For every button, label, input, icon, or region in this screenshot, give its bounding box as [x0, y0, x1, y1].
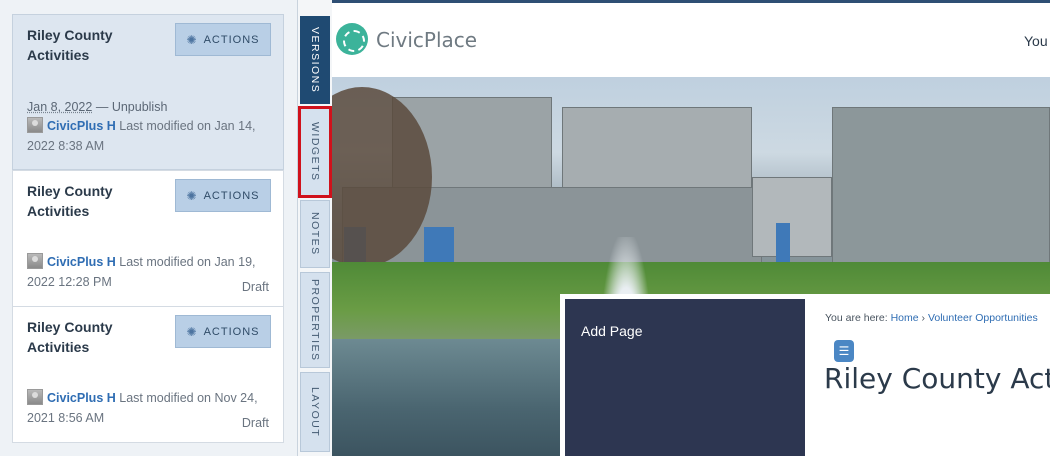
- tab-versions[interactable]: VERSIONS: [300, 16, 330, 104]
- status-label: Draft: [241, 280, 269, 294]
- tab-label: WIDGETS: [309, 122, 321, 182]
- version-meta: CivicPlus H Last modified on Nov 24, 202…: [27, 388, 277, 428]
- tab-notes[interactable]: NOTES: [300, 200, 330, 268]
- site-logo-text[interactable]: CivicPlace: [376, 28, 477, 52]
- actions-label: ACTIONS: [203, 33, 260, 46]
- breadcrumb: You are here: Home › Volunteer Opportuni…: [825, 312, 1038, 324]
- side-tab-strip: VERSIONS WIDGETS NOTES PROPERTIES LAYOUT: [298, 0, 332, 456]
- date-action: Unpublish: [111, 100, 168, 114]
- breadcrumb-link-volunteer[interactable]: Volunteer Opportunities: [928, 312, 1038, 324]
- modified-label: Last modified on: [119, 391, 211, 405]
- author-link[interactable]: CivicPlus H: [47, 119, 116, 133]
- gear-icon: ✺: [186, 188, 198, 203]
- tab-label: PROPERTIES: [309, 278, 321, 362]
- version-meta: CivicPlus H Last modified on Jan 14, 202…: [27, 116, 277, 156]
- header-right-text: You: [1024, 33, 1048, 49]
- gear-icon: ✺: [186, 324, 198, 339]
- building-shape: [562, 107, 752, 197]
- add-page-panel[interactable]: Add Page: [560, 294, 810, 456]
- breadcrumb-link-home[interactable]: Home: [891, 312, 919, 324]
- avatar-icon: [27, 389, 43, 405]
- tab-widgets[interactable]: WIDGETS: [298, 106, 332, 198]
- status-label: Draft: [241, 416, 269, 430]
- date-separator: —: [95, 100, 109, 114]
- versions-panel: Riley County Activities ✺ ACTIONS Jan 8,…: [0, 0, 298, 456]
- actions-label: ACTIONS: [203, 189, 260, 202]
- version-date: Jan 8, 2022: [27, 100, 93, 114]
- version-card[interactable]: Riley County Activities ✺ ACTIONS Jan 8,…: [12, 14, 284, 170]
- tab-properties[interactable]: PROPERTIES: [300, 272, 330, 368]
- version-date-line: Jan 8, 2022 — Unpublish: [27, 98, 167, 117]
- author-link[interactable]: CivicPlus H: [47, 255, 116, 269]
- avatar-icon: [27, 117, 43, 133]
- actions-button[interactable]: ✺ ACTIONS: [175, 315, 271, 348]
- breadcrumb-separator: ›: [921, 312, 926, 324]
- gear-icon: ✺: [186, 32, 198, 47]
- page-content-area: You are here: Home › Volunteer Opportuni…: [810, 294, 1050, 456]
- tab-layout[interactable]: LAYOUT: [300, 372, 330, 452]
- version-card[interactable]: Riley County Activities ✺ ACTIONS CivicP…: [12, 306, 284, 443]
- version-card[interactable]: Riley County Activities ✺ ACTIONS CivicP…: [12, 170, 284, 307]
- modified-label: Last modified on: [119, 119, 211, 133]
- tab-label: VERSIONS: [309, 26, 321, 94]
- logo-icon[interactable]: [336, 23, 368, 55]
- page-preview: CivicPlace You Add Page You are here: Ho…: [332, 0, 1050, 456]
- site-header: CivicPlace You: [332, 0, 1050, 77]
- building-shape: [832, 107, 1050, 277]
- tab-label: LAYOUT: [309, 386, 321, 438]
- version-title: Riley County Activities: [27, 27, 113, 63]
- building-shape: [752, 177, 832, 257]
- version-title: Riley County Activities: [27, 319, 113, 355]
- author-link[interactable]: CivicPlus H: [47, 391, 116, 405]
- avatar-icon: [27, 253, 43, 269]
- list-icon[interactable]: ☰: [834, 340, 854, 362]
- add-page-label[interactable]: Add Page: [581, 323, 643, 339]
- actions-button[interactable]: ✺ ACTIONS: [175, 23, 271, 56]
- version-meta: CivicPlus H Last modified on Jan 19, 202…: [27, 252, 277, 292]
- actions-button[interactable]: ✺ ACTIONS: [175, 179, 271, 212]
- breadcrumb-prefix: You are here:: [825, 312, 888, 324]
- version-title: Riley County Activities: [27, 183, 113, 219]
- tab-label: NOTES: [309, 212, 321, 256]
- blue-door-shape: [776, 223, 790, 263]
- actions-label: ACTIONS: [203, 325, 260, 338]
- page-title: Riley County Act: [824, 362, 1050, 395]
- modified-label: Last modified on: [119, 255, 211, 269]
